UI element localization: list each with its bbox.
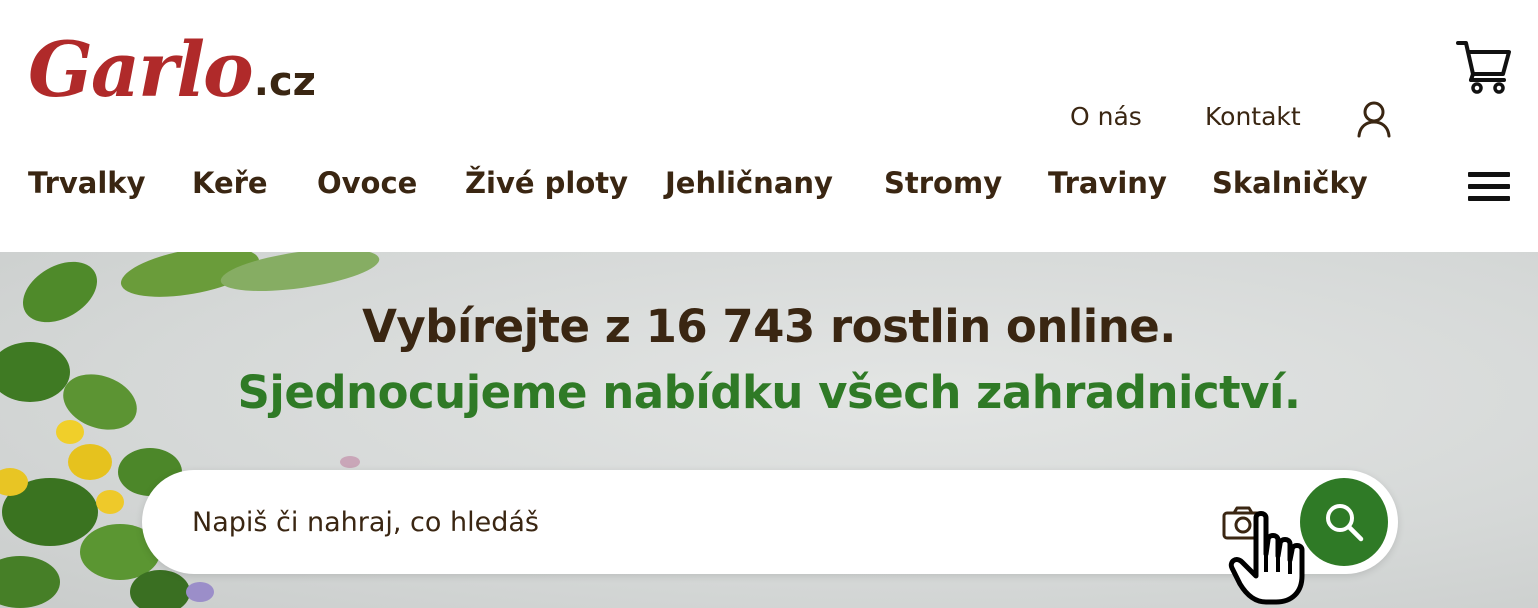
about-link[interactable]: O nás (1070, 102, 1142, 131)
nav-item-stromy[interactable]: Stromy (884, 166, 1002, 200)
search-bar (142, 470, 1398, 574)
nav-item-ovoce[interactable]: Ovoce (317, 166, 417, 200)
nav-item-jehlicnany[interactable]: Jehličnany (665, 166, 833, 200)
hero-subtitle: Sjednocujeme nabídku všech zahradnictví. (237, 366, 1301, 419)
nav-item-skalnicky[interactable]: Skalničky (1212, 166, 1368, 200)
nav-item-traviny[interactable]: Traviny (1048, 166, 1167, 200)
logo-tld-text: .cz (253, 59, 316, 105)
contact-link[interactable]: Kontakt (1205, 102, 1301, 131)
hero-title: Vybírejte z 16 743 rostlin online. (362, 300, 1176, 353)
logo-main-text: Garlo (28, 25, 254, 114)
search-icon (1326, 504, 1364, 542)
search-input[interactable] (192, 497, 1202, 547)
garlo-logo[interactable]: Garlo .cz (28, 18, 316, 108)
hand-pointer-cursor (1228, 511, 1305, 605)
search-button[interactable] (1300, 478, 1388, 566)
user-icon[interactable] (1356, 100, 1392, 138)
nav-item-kere[interactable]: Keře (192, 166, 268, 200)
main-nav: Trvalky Keře Ovoce Živé ploty Jehličnany… (0, 166, 1538, 212)
hamburger-menu-icon[interactable] (1468, 172, 1512, 204)
nav-item-zive-ploty[interactable]: Živé ploty (465, 166, 628, 200)
site-header: Garlo .cz O nás Kontakt Trvalky Keře Ovo… (0, 0, 1538, 252)
cart-icon[interactable] (1456, 38, 1512, 94)
nav-item-trvalky[interactable]: Trvalky (28, 166, 146, 200)
top-links: O nás Kontakt (0, 102, 1538, 142)
